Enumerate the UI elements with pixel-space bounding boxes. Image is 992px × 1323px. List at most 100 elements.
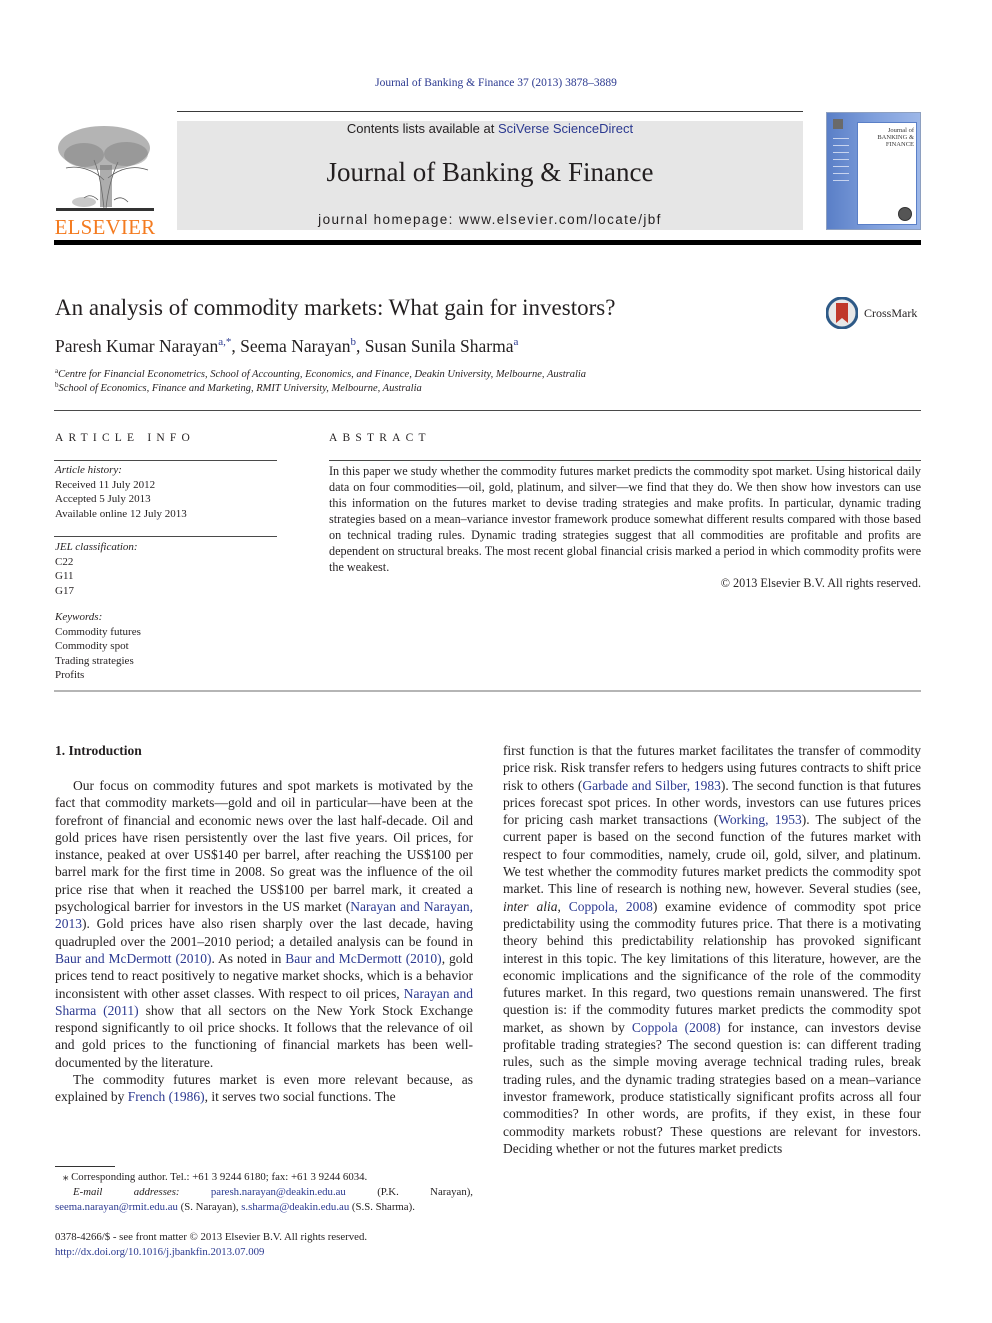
affiliation: aCentre for Financial Econometrics, Scho…	[55, 368, 586, 382]
cover-panel: Journal of BANKING & FINANCE	[857, 122, 917, 225]
history-received: Received 11 July 2012	[55, 478, 156, 491]
affiliation: bSchool of Economics, Finance and Market…	[55, 382, 422, 396]
journal-masthead: Contents lists available at SciVerse Sci…	[177, 121, 803, 230]
author-name[interactable]: Paresh Kumar Narayan	[55, 336, 218, 356]
affiliation-text: Centre for Financial Econometrics, Schoo…	[58, 369, 587, 380]
text-run: . As noted in	[211, 950, 286, 966]
cover-text-line	[833, 180, 849, 181]
citation-link[interactable]: French (1986)	[128, 1089, 205, 1104]
cover-text-line	[833, 173, 849, 174]
text-run: , it serves two social functions. The	[204, 1089, 396, 1105]
author-affil-mark[interactable]: a,*	[218, 336, 231, 348]
email-link[interactable]: s.sharma@deakin.edu.au	[241, 1201, 349, 1213]
elsevier-tree-icon	[56, 126, 154, 211]
jel-label: JEL classification:	[55, 541, 138, 553]
keyword: Commodity spot	[55, 640, 129, 652]
divider	[329, 460, 921, 461]
section-heading: 1. Introduction	[55, 743, 142, 758]
footnote-star: ⁎	[63, 1171, 69, 1183]
text-run: for instance, can investors devise profi…	[503, 1019, 921, 1156]
history-label: Article history:	[55, 464, 122, 476]
citation-link[interactable]: Garbade and Silber, 1983	[582, 778, 720, 793]
publisher-wordmark: ELSEVIER	[54, 215, 156, 239]
text-run: ,	[557, 898, 569, 914]
jel-classification: JEL classification: C22 G11 G17	[55, 540, 138, 598]
author-separator: ,	[355, 336, 365, 356]
abstract-heading: ABSTRACT	[329, 432, 431, 444]
corresponding-author-note: ⁎ Corresponding author. Tel.: +61 3 9244…	[55, 1170, 473, 1185]
footnote-rule	[55, 1166, 115, 1167]
cover-seal-icon	[898, 207, 912, 221]
journal-homepage[interactable]: journal homepage: www.elsevier.com/locat…	[177, 212, 803, 227]
article-history: Article history: Received 11 July 2012 A…	[55, 463, 187, 521]
abstract-text: In this paper we study whether the commo…	[329, 464, 921, 574]
article-title: An analysis of commodity markets: What g…	[55, 295, 616, 320]
crossmark-icon	[826, 297, 858, 329]
author-separator: ,	[231, 336, 241, 356]
paragraph: Our focus on commodity futures and spot …	[55, 777, 473, 1071]
cover-text-line	[833, 152, 849, 153]
italic-text: inter alia	[503, 898, 558, 914]
article-info-heading: ARTICLE INFO	[55, 432, 195, 444]
jel-code: G11	[55, 570, 74, 582]
journal-cover[interactable]: Journal of BANKING & FINANCE	[826, 112, 921, 230]
text-run: ) examine evidence of commodity spot pri…	[503, 898, 921, 1035]
cover-text-line	[833, 166, 849, 167]
jel-code: G17	[55, 584, 74, 597]
crossmark-label: CrossMark	[864, 306, 918, 320]
author-affil-mark[interactable]: a	[513, 336, 518, 348]
running-head: Journal of Banking & Finance 37 (2013) 3…	[375, 77, 617, 89]
email-link[interactable]: seema.narayan@rmit.edu.au	[55, 1201, 178, 1213]
citation-link[interactable]: Working, 1953	[718, 812, 801, 827]
divider	[54, 460, 277, 461]
footnote: ⁎ Corresponding author. Tel.: +61 3 9244…	[55, 1170, 473, 1215]
cover-text-line	[833, 145, 849, 146]
email-note: E-mail addresses: paresh.narayan@deakin.…	[55, 1185, 473, 1215]
body-column-left: Our focus on commodity futures and spot …	[55, 777, 473, 1106]
contents-prefix: Contents lists available at	[346, 121, 498, 136]
cover-publisher-icon	[833, 119, 843, 129]
paragraph: first function is that the futures marke…	[503, 742, 921, 1157]
abstract-copyright: © 2013 Elsevier B.V. All rights reserved…	[720, 576, 921, 590]
body-column-right: first function is that the futures marke…	[503, 742, 921, 1157]
email-owner: (S.S. Sharma).	[349, 1201, 415, 1213]
keyword: Commodity futures	[55, 625, 141, 638]
author-list: Paresh Kumar Narayana,*, Seema Narayanb,…	[55, 335, 518, 357]
text-run: ). Gold prices have also risen sharply o…	[55, 916, 473, 949]
email-link[interactable]: paresh.narayan@deakin.edu.au	[211, 1186, 346, 1198]
paragraph: The commodity futures market is even mor…	[55, 1071, 473, 1106]
cover-title: Journal of BANKING & FINANCE	[877, 127, 914, 148]
email-label: E-mail addresses:	[73, 1186, 180, 1198]
issn-line: 0378-4266/$ - see front matter © 2013 El…	[55, 1231, 368, 1243]
citation-link[interactable]: Coppola, 2008	[569, 899, 653, 914]
front-matter: 0378-4266/$ - see front matter © 2013 El…	[55, 1230, 367, 1259]
citation-link[interactable]: Baur and McDermott (2010)	[285, 951, 441, 966]
crossmark-button[interactable]: CrossMark	[826, 297, 926, 333]
keyword: Trading strategies	[55, 654, 134, 667]
journal-title: Journal of Banking & Finance	[326, 157, 654, 187]
history-accepted: Accepted 5 July 2013	[55, 493, 151, 505]
masthead-rule	[54, 240, 921, 245]
sciencedirect-link[interactable]: SciVerse ScienceDirect	[498, 121, 633, 136]
jel-code: C22	[55, 555, 74, 568]
cover-text-line	[833, 138, 849, 139]
affiliation-text: School of Economics, Finance and Marketi…	[58, 383, 422, 394]
elsevier-logo[interactable]: ELSEVIER	[54, 120, 156, 238]
cover-text-line	[833, 159, 849, 160]
author-name[interactable]: Susan Sunila Sharma	[365, 336, 514, 356]
divider	[54, 410, 921, 411]
text-run: Our focus on commodity futures and spot …	[55, 778, 473, 915]
keywords: Keywords: Commodity futures Commodity sp…	[55, 610, 141, 683]
keyword: Profits	[55, 669, 85, 681]
citation-link[interactable]: Baur and McDermott (2010)	[55, 951, 211, 966]
email-owner: (S. Narayan),	[177, 1201, 242, 1213]
contents-line: Contents lists available at SciVerse Sci…	[177, 121, 803, 137]
doi-link[interactable]: http://dx.doi.org/10.1016/j.jbankfin.201…	[55, 1246, 264, 1258]
author-name[interactable]: Seema Narayan	[240, 336, 350, 356]
keywords-label: Keywords:	[55, 611, 103, 623]
email-owner: (P.K. Narayan),	[345, 1186, 474, 1198]
citation-link[interactable]: Coppola (2008)	[632, 1020, 721, 1035]
top-rule	[177, 111, 803, 112]
history-online: Available online 12 July 2013	[55, 507, 187, 520]
corresponding-text: Corresponding author. Tel.: +61 3 9244 6…	[71, 1171, 368, 1183]
